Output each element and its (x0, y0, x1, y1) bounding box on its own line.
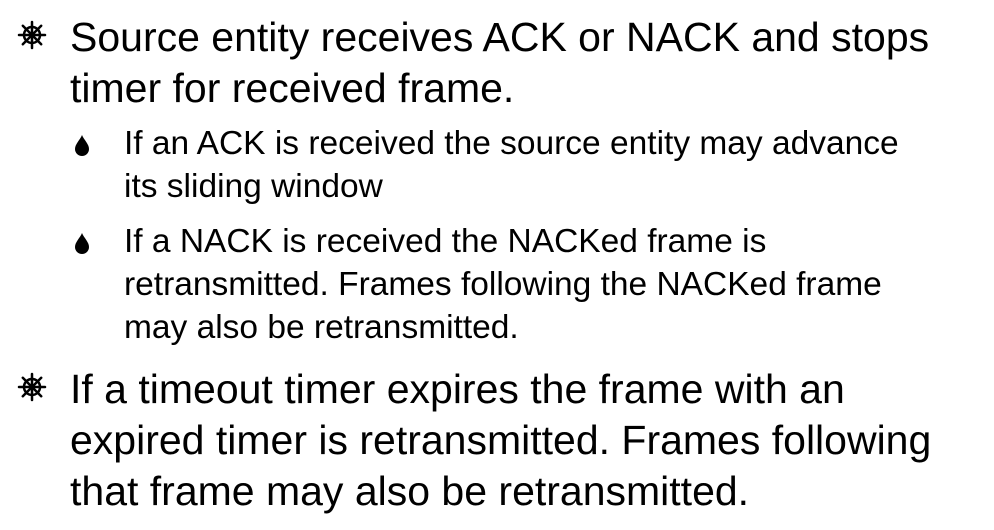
text-line: If a NACK is received the NACKed frame i… (124, 223, 767, 260)
drop-bullet-icon (74, 232, 90, 254)
ship-wheel-bullet-icon (17, 20, 47, 50)
text-line: If a timeout timer expires the frame wit… (70, 366, 845, 412)
bullet-1-text: Source entity receives ACK or NACK and s… (70, 12, 990, 114)
text-line: timer for received frame. (70, 65, 515, 111)
text-line: Source entity receives ACK or NACK and s… (70, 14, 930, 60)
drop-bullet-icon (74, 134, 90, 156)
text-line: its sliding window (124, 168, 383, 205)
text-line: retransmitted. Frames following the NACK… (124, 266, 882, 303)
sub-bullet-2-text: If a NACK is received the NACKed frame i… (124, 220, 990, 349)
bullet-2-text: If a timeout timer expires the frame wit… (70, 364, 990, 517)
text-line: If an ACK is received the source entity … (124, 125, 899, 162)
ship-wheel-bullet-icon (17, 372, 47, 402)
slide: Source entity receives ACK or NACK and s… (0, 0, 994, 530)
text-line: may also be retransmitted. (124, 309, 519, 346)
text-line: expired timer is retransmitted. Frames f… (70, 417, 932, 463)
sub-bullet-1-text: If an ACK is received the source entity … (124, 122, 990, 208)
text-line: that frame may also be retransmitted. (70, 468, 750, 514)
